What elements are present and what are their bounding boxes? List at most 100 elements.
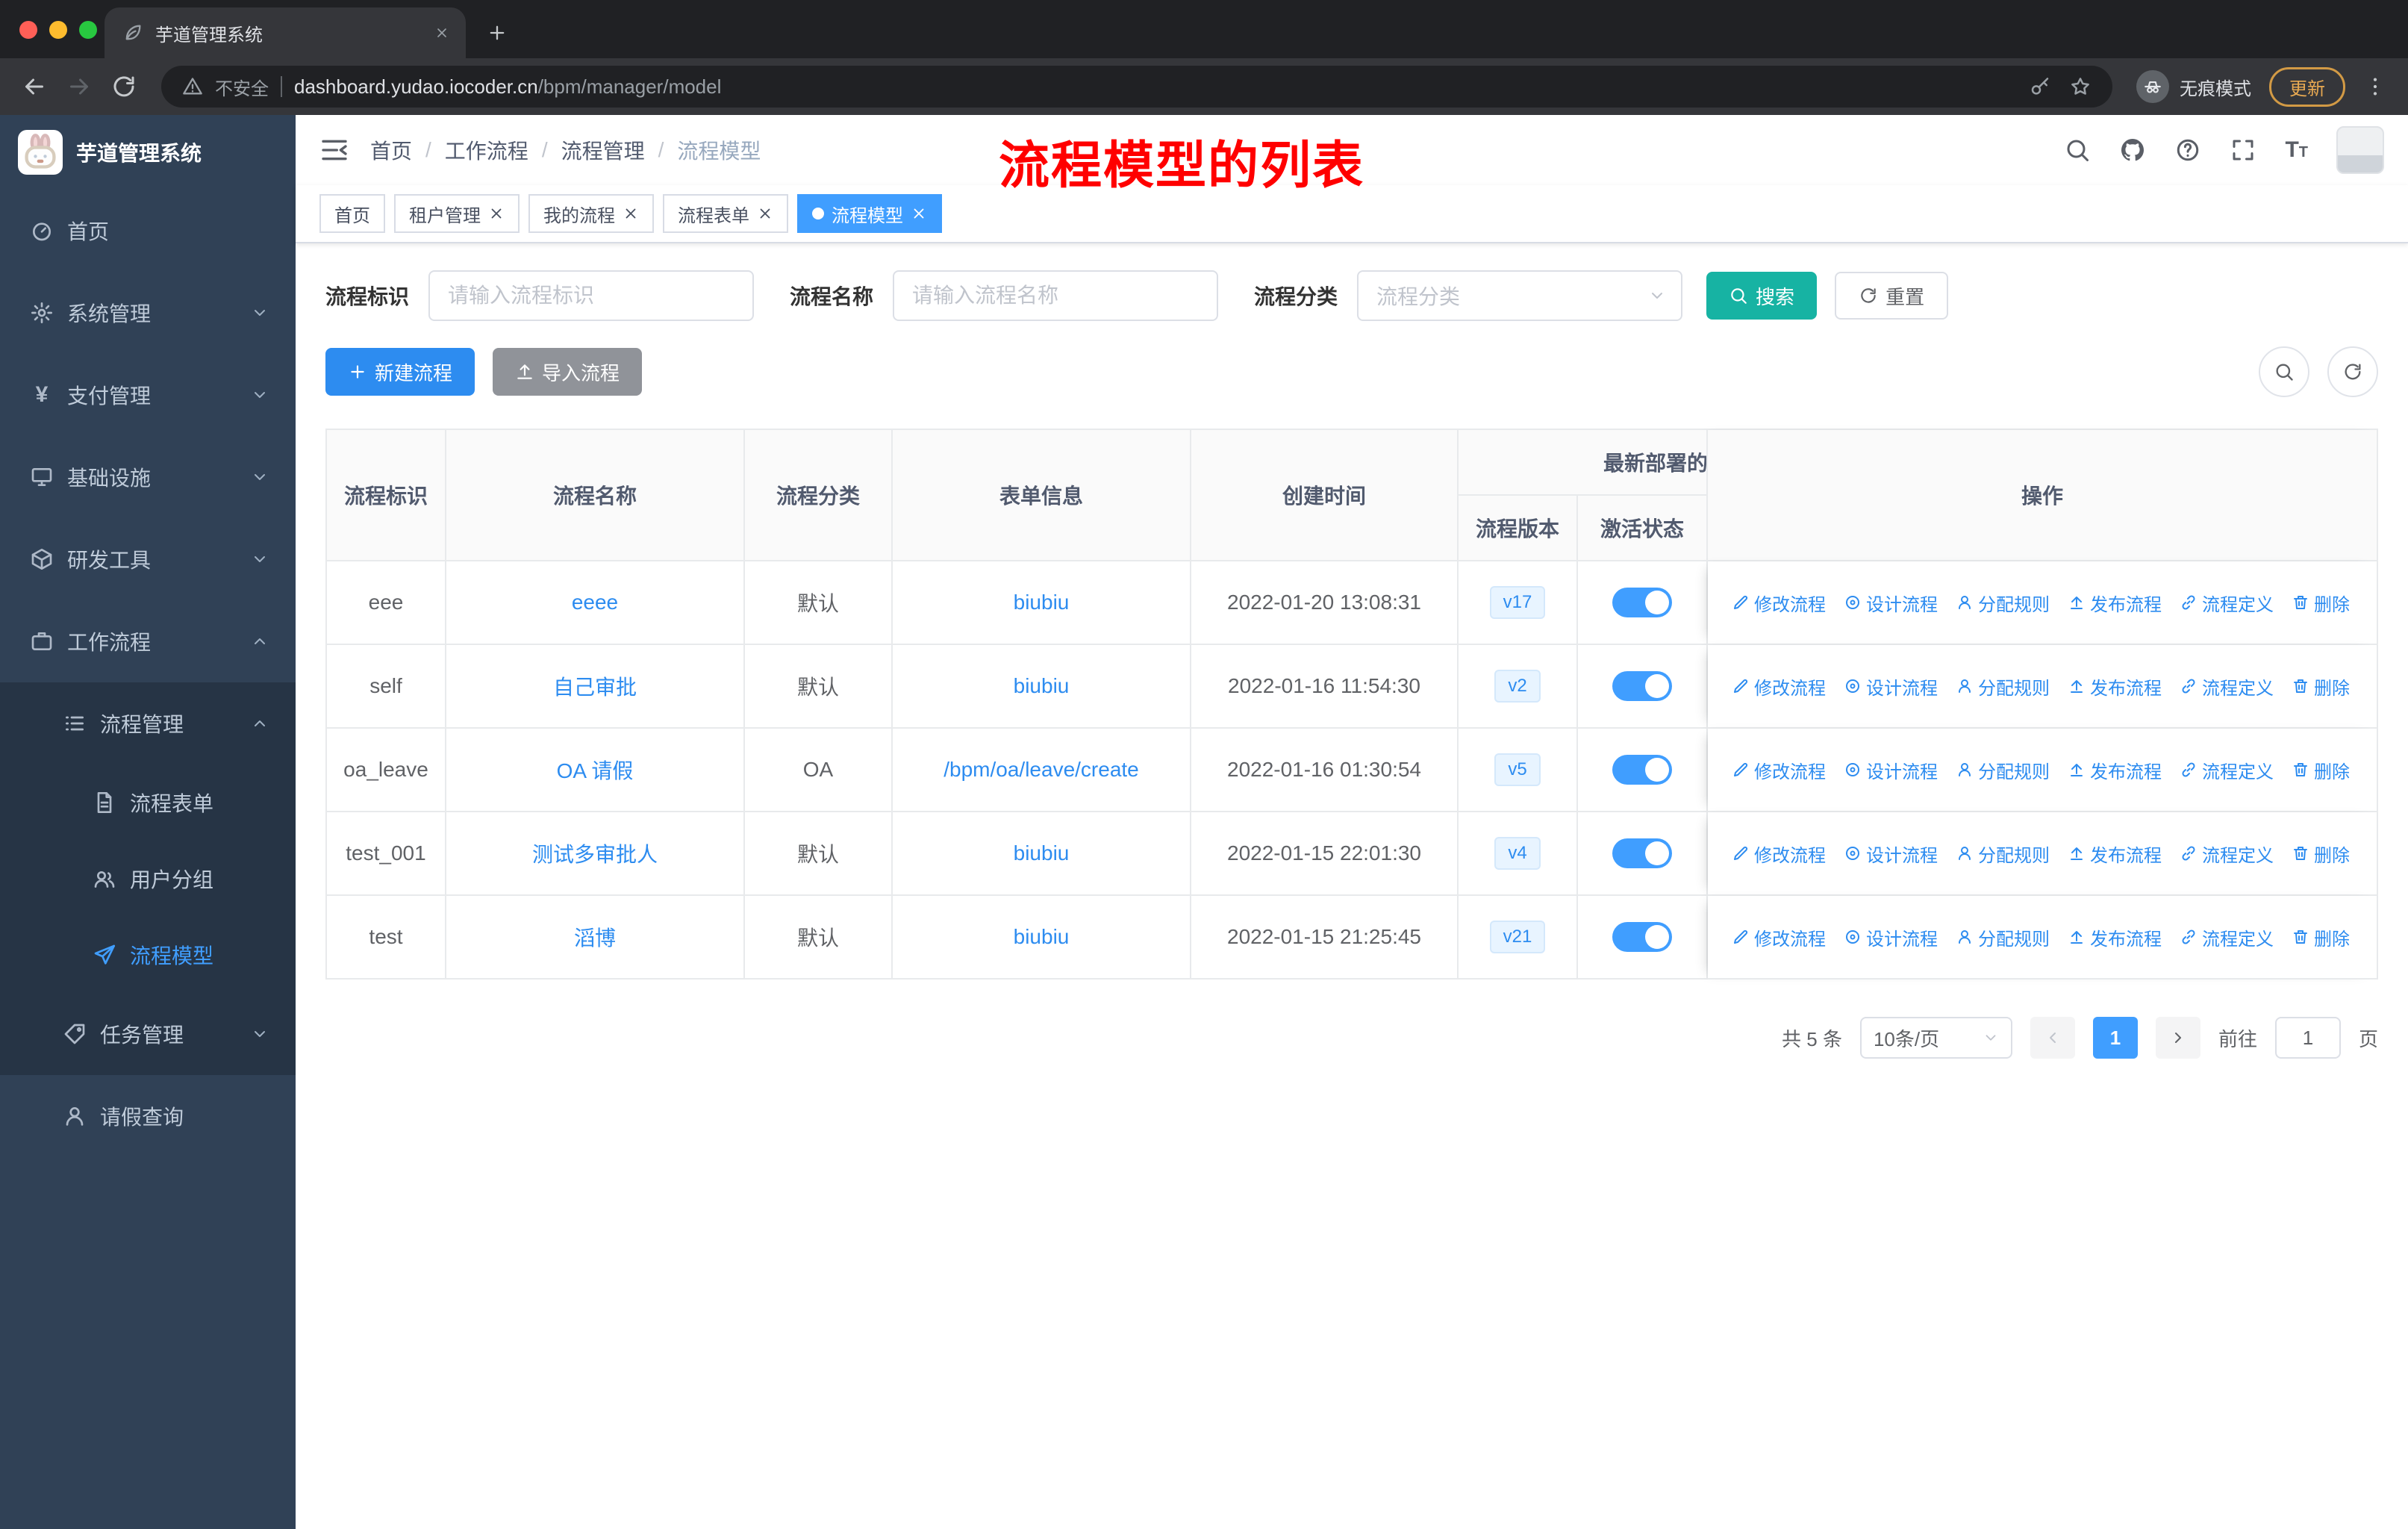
action-publish-link[interactable]: 发布流程 <box>2068 924 2162 950</box>
action-edit-link[interactable]: 修改流程 <box>1732 757 1826 783</box>
address-bar[interactable]: 不安全 dashboard.yudao.iocoder.cn/bpm/manag… <box>161 66 2112 108</box>
action-publish-link[interactable]: 发布流程 <box>2068 673 2162 700</box>
tab-close-icon[interactable] <box>430 21 454 45</box>
sidebar-item-process-model[interactable]: 流程模型 <box>0 917 296 993</box>
version-badge[interactable]: v5 <box>1494 753 1541 786</box>
sidebar-item-task-mgmt[interactable]: 任务管理 <box>0 993 296 1075</box>
process-name-link[interactable]: 自己审批 <box>553 676 637 699</box>
key-icon[interactable] <box>2029 75 2051 98</box>
form-info-link[interactable]: biubiu <box>1014 841 1070 865</box>
action-publish-link[interactable]: 发布流程 <box>2068 590 2162 616</box>
version-badge[interactable]: v21 <box>1489 921 1546 953</box>
action-edit-link[interactable]: 修改流程 <box>1732 590 1826 616</box>
sidebar-item-process-form[interactable]: 流程表单 <box>0 764 296 841</box>
search-button[interactable]: 搜索 <box>1706 272 1818 320</box>
fullscreen-icon[interactable] <box>2230 137 2256 164</box>
active-toggle[interactable] <box>1612 588 1672 617</box>
process-key-input[interactable] <box>428 270 755 321</box>
browser-tab[interactable]: 芋道管理系统 <box>105 7 466 58</box>
action-edit-link[interactable]: 修改流程 <box>1732 673 1826 700</box>
category-select[interactable]: 流程分类 <box>1357 270 1683 321</box>
action-assign-link[interactable]: 分配规则 <box>1956 757 2050 783</box>
minimize-window-button[interactable] <box>49 21 67 39</box>
sidebar-item-devtools[interactable]: 研发工具 <box>0 518 296 600</box>
close-icon[interactable] <box>623 205 639 222</box>
goto-page-input[interactable] <box>2274 1017 2341 1059</box>
action-delete-link[interactable]: 删除 <box>2292 841 2350 867</box>
action-design-link[interactable]: 设计流程 <box>1844 757 1938 783</box>
update-button[interactable]: 更新 <box>2269 66 2345 107</box>
action-edit-link[interactable]: 修改流程 <box>1732 841 1826 867</box>
tag-tenant-mgmt[interactable]: 租户管理 <box>394 194 520 233</box>
action-assign-link[interactable]: 分配规则 <box>1956 590 2050 616</box>
import-process-button[interactable]: 导入流程 <box>493 348 643 396</box>
page-1-button[interactable]: 1 <box>2092 1017 2138 1059</box>
action-edit-link[interactable]: 修改流程 <box>1732 924 1826 950</box>
active-toggle[interactable] <box>1612 922 1672 952</box>
toggle-search-button[interactable] <box>2259 346 2309 397</box>
action-delete-link[interactable]: 删除 <box>2292 924 2350 950</box>
form-info-link[interactable]: biubiu <box>1014 674 1070 697</box>
action-define-link[interactable]: 流程定义 <box>2180 841 2274 867</box>
action-design-link[interactable]: 设计流程 <box>1844 841 1938 867</box>
form-info-link[interactable]: /bpm/oa/leave/create <box>943 758 1139 781</box>
sidebar-item-leave-query[interactable]: 请假查询 <box>0 1075 296 1157</box>
sidebar-item-system[interactable]: 系统管理 <box>0 272 296 354</box>
action-design-link[interactable]: 设计流程 <box>1844 590 1938 616</box>
sidebar-item-workflow[interactable]: 工作流程 <box>0 600 296 682</box>
browser-menu-icon[interactable] <box>2363 75 2387 99</box>
app-logo[interactable]: 芋道管理系统 <box>0 115 296 190</box>
close-icon[interactable] <box>911 205 927 222</box>
action-define-link[interactable]: 流程定义 <box>2180 924 2274 950</box>
action-delete-link[interactable]: 删除 <box>2292 590 2350 616</box>
action-assign-link[interactable]: 分配规则 <box>1956 924 2050 950</box>
close-icon[interactable] <box>757 205 773 222</box>
star-icon[interactable] <box>2069 75 2092 98</box>
sidebar-item-process-mgmt[interactable]: 流程管理 <box>0 682 296 764</box>
collapse-sidebar-icon[interactable] <box>319 135 349 165</box>
process-name-link[interactable]: OA 请假 <box>557 759 634 782</box>
process-name-input[interactable] <box>893 270 1219 321</box>
sidebar-item-home[interactable]: 首页 <box>0 190 296 272</box>
process-name-link[interactable]: 滔博 <box>574 927 616 950</box>
tag-home[interactable]: 首页 <box>319 194 385 233</box>
sidebar-item-infrastructure[interactable]: 基础设施 <box>0 436 296 518</box>
process-name-link[interactable]: eeee <box>572 591 618 614</box>
active-toggle[interactable] <box>1612 755 1672 785</box>
active-toggle[interactable] <box>1612 671 1672 701</box>
help-icon[interactable] <box>2174 137 2201 164</box>
reload-icon[interactable] <box>110 73 137 100</box>
action-assign-link[interactable]: 分配规则 <box>1956 841 2050 867</box>
action-define-link[interactable]: 流程定义 <box>2180 673 2274 700</box>
tag-my-process[interactable]: 我的流程 <box>528 194 654 233</box>
forward-icon[interactable] <box>66 73 93 100</box>
breadcrumb-home[interactable]: 首页 <box>370 135 412 165</box>
action-delete-link[interactable]: 删除 <box>2292 757 2350 783</box>
sidebar-item-payment[interactable]: ¥ 支付管理 <box>0 354 296 436</box>
action-assign-link[interactable]: 分配规则 <box>1956 673 2050 700</box>
action-design-link[interactable]: 设计流程 <box>1844 673 1938 700</box>
close-window-button[interactable] <box>19 21 37 39</box>
action-publish-link[interactable]: 发布流程 <box>2068 757 2162 783</box>
refresh-table-button[interactable] <box>2327 346 2378 397</box>
page-size-select[interactable]: 10条/页 <box>1859 1017 2012 1059</box>
form-info-link[interactable]: biubiu <box>1014 925 1070 948</box>
action-design-link[interactable]: 设计流程 <box>1844 924 1938 950</box>
breadcrumb-process-mgmt[interactable]: 流程管理 <box>561 135 645 165</box>
prev-page-button[interactable] <box>2030 1017 2075 1059</box>
font-size-icon[interactable]: TT <box>2285 137 2308 163</box>
version-badge[interactable]: v17 <box>1489 586 1546 619</box>
action-delete-link[interactable]: 删除 <box>2292 673 2350 700</box>
breadcrumb-workflow[interactable]: 工作流程 <box>445 135 528 165</box>
tag-process-model[interactable]: 流程模型 <box>797 194 942 233</box>
reset-button[interactable]: 重置 <box>1835 272 1949 320</box>
action-define-link[interactable]: 流程定义 <box>2180 590 2274 616</box>
version-badge[interactable]: v4 <box>1494 837 1541 870</box>
form-info-link[interactable]: biubiu <box>1014 591 1070 614</box>
next-page-button[interactable] <box>2155 1017 2200 1059</box>
new-tab-button[interactable] <box>478 13 517 52</box>
search-icon[interactable] <box>2064 137 2091 164</box>
action-define-link[interactable]: 流程定义 <box>2180 757 2274 783</box>
process-name-link[interactable]: 测试多审批人 <box>532 843 658 866</box>
github-icon[interactable] <box>2119 137 2146 164</box>
